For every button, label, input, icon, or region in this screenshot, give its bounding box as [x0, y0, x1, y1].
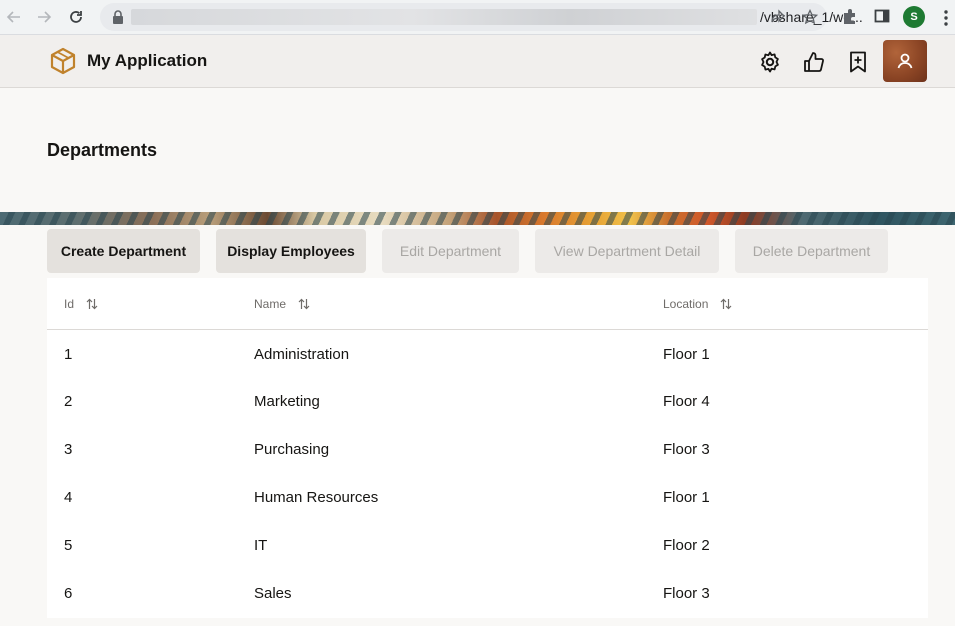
- table-header: Id Name Location: [47, 278, 928, 330]
- forward-icon[interactable]: [32, 5, 56, 29]
- table-row[interactable]: 6 Sales Floor 3: [47, 570, 928, 618]
- cell-location: Floor 1: [663, 489, 710, 506]
- cell-name: Administration: [254, 346, 350, 363]
- column-header-location[interactable]: Location: [663, 297, 732, 311]
- edit-department-button[interactable]: Edit Department: [382, 229, 519, 273]
- settings-gear-icon[interactable]: [757, 49, 783, 75]
- delete-department-button[interactable]: Delete Department: [735, 229, 888, 273]
- cell-name: Marketing: [254, 393, 320, 410]
- table-row[interactable]: 2 Marketing Floor 4: [47, 378, 928, 426]
- table-row[interactable]: 4 Human Resources Floor 1: [47, 474, 928, 522]
- sort-icon[interactable]: [86, 298, 98, 310]
- address-bar[interactable]: /vbshare_1/we...: [100, 3, 863, 31]
- cell-location: Floor 1: [663, 346, 710, 363]
- cell-id: 3: [64, 441, 73, 458]
- reload-icon[interactable]: [64, 5, 88, 29]
- cell-id: 1: [64, 346, 73, 363]
- table-row[interactable]: 5 IT Floor 2: [47, 522, 928, 570]
- back-icon[interactable]: [2, 5, 26, 29]
- thumbs-up-icon[interactable]: [801, 49, 827, 75]
- column-label: Location: [663, 297, 709, 311]
- url-redacted: [131, 9, 757, 25]
- view-department-detail-button[interactable]: View Department Detail: [535, 229, 719, 273]
- user-avatar[interactable]: [883, 40, 927, 82]
- cell-name: Human Resources: [254, 489, 379, 506]
- column-header-name[interactable]: Name: [254, 297, 310, 311]
- display-employees-button[interactable]: Display Employees: [216, 229, 366, 273]
- lock-icon: [113, 10, 123, 24]
- departments-table: Id Name Location 1 Administration Floor …: [47, 278, 928, 618]
- cell-location: Floor 4: [663, 393, 710, 410]
- cell-id: 5: [64, 537, 73, 554]
- sort-icon[interactable]: [720, 298, 732, 310]
- page-title: Departments: [47, 140, 158, 160]
- cell-location: Floor 3: [663, 441, 710, 458]
- cell-id: 4: [64, 489, 73, 506]
- cell-id: 2: [64, 393, 73, 410]
- extensions-icon[interactable]: [841, 7, 859, 25]
- column-label: Id: [64, 297, 75, 311]
- sort-icon[interactable]: [298, 298, 310, 310]
- column-header-id[interactable]: Id: [64, 297, 98, 311]
- cell-location: Floor 3: [663, 585, 710, 602]
- share-icon[interactable]: [770, 9, 786, 25]
- app-header: My Application: [0, 35, 955, 88]
- cell-name: IT: [254, 537, 268, 554]
- profile-avatar[interactable]: S: [903, 6, 925, 28]
- cell-name: Purchasing: [254, 441, 330, 458]
- column-label: Name: [254, 297, 287, 311]
- decorative-banner: [0, 212, 955, 225]
- cell-name: Sales: [254, 585, 292, 602]
- cell-location: Floor 2: [663, 537, 710, 554]
- table-row[interactable]: 1 Administration Floor 1: [47, 331, 928, 379]
- browser-toolbar: /vbshare_1/we... S: [0, 0, 955, 35]
- table-row[interactable]: 3 Purchasing Floor 3: [47, 426, 928, 474]
- cell-id: 6: [64, 585, 73, 602]
- bookmark-star-icon[interactable]: [802, 9, 818, 25]
- cube-logo-icon: [50, 47, 76, 75]
- create-department-button[interactable]: Create Department: [47, 229, 200, 273]
- side-panel-icon[interactable]: [873, 7, 891, 25]
- app-title: My Application: [87, 51, 208, 70]
- bookmark-add-icon[interactable]: [845, 49, 871, 75]
- user-icon: [897, 53, 913, 69]
- kebab-menu-icon[interactable]: [939, 8, 953, 28]
